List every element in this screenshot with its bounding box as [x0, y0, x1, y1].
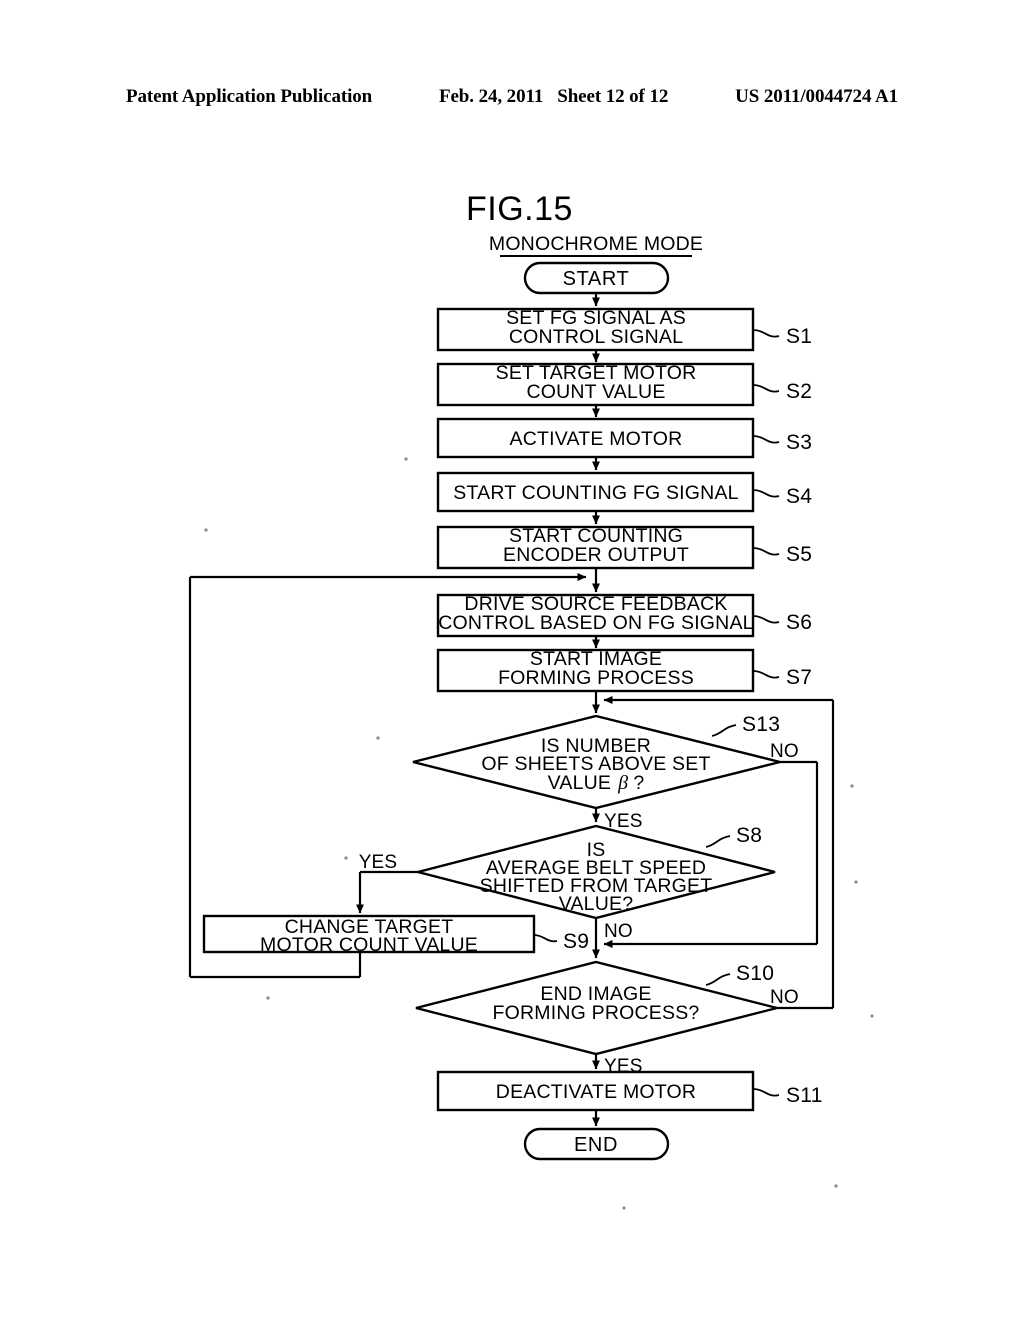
decision-s13-line3-post: ?	[633, 772, 644, 794]
leader-s3	[752, 435, 780, 444]
leader-s2	[752, 384, 780, 393]
scan-speck	[854, 880, 858, 884]
scan-speck	[404, 457, 408, 461]
scan-speck	[850, 784, 854, 788]
scan-speck	[376, 736, 380, 740]
leader-s8	[705, 835, 731, 848]
ref-s3: S3	[786, 431, 812, 454]
ref-s1: S1	[786, 325, 812, 348]
scan-speck	[834, 1184, 838, 1188]
decision-s13-beta-symbol: β	[617, 772, 628, 794]
ref-s8: S8	[736, 824, 762, 847]
process-s5-line2: ENCODER OUTPUT	[503, 544, 689, 566]
process-s11-line1: DEACTIVATE MOTOR	[496, 1081, 696, 1103]
scan-speck	[870, 1014, 874, 1018]
process-s3-line1: ACTIVATE MOTOR	[510, 428, 683, 450]
terminal-start-label: START	[563, 268, 630, 290]
leader-s13	[711, 724, 737, 737]
process-s6-line2: CONTROL BASED ON FG SIGNAL	[438, 612, 753, 634]
leader-s6	[752, 615, 780, 624]
figure-subtitle: MONOCHROME MODE	[489, 233, 703, 255]
patent-page: Patent Application Publication Feb. 24, …	[0, 0, 1024, 1320]
decision-s13-no-label: NO	[770, 741, 799, 762]
ref-s9: S9	[563, 930, 589, 953]
decision-s8-no-label: NO	[604, 921, 633, 942]
decision-s13-line3-pre: VALUE	[548, 772, 612, 794]
ref-s4: S4	[786, 485, 812, 508]
terminal-end-label: END	[574, 1134, 618, 1156]
ref-s10: S10	[736, 962, 774, 985]
scan-speck	[622, 1206, 626, 1210]
scan-speck	[204, 528, 208, 532]
ref-s7: S7	[786, 666, 812, 689]
leader-s5	[752, 547, 780, 556]
ref-s6: S6	[786, 611, 812, 634]
ref-s13: S13	[742, 713, 780, 736]
process-s1-line2: CONTROL SIGNAL	[509, 326, 683, 348]
process-s9-line2: MOTOR COUNT VALUE	[260, 934, 478, 956]
ref-s5: S5	[786, 543, 812, 566]
process-s4-line1: START COUNTING FG SIGNAL	[453, 482, 738, 504]
decision-s10-line2: FORMING PROCESS?	[493, 1002, 700, 1024]
leader-s11	[752, 1088, 780, 1097]
scan-speck	[344, 856, 348, 860]
process-s7-line2: FORMING PROCESS	[498, 667, 694, 689]
ref-s2: S2	[786, 380, 812, 403]
leader-s1	[752, 329, 780, 338]
leader-s10	[705, 973, 731, 986]
decision-s8-line4: VALUE?	[559, 893, 634, 915]
leader-s7	[752, 670, 780, 679]
flowchart-diagram: MONOCHROME MODE START SET FG SIGNAL AS C…	[188, 233, 874, 1210]
process-s2-line2: COUNT VALUE	[526, 381, 665, 403]
decision-s10-no-label: NO	[770, 987, 799, 1008]
ref-s11: S11	[786, 1084, 823, 1107]
leader-s4	[752, 489, 780, 498]
leader-s9	[533, 934, 558, 943]
decision-s8-yes-label: YES	[359, 852, 398, 873]
scan-speck	[266, 996, 270, 1000]
